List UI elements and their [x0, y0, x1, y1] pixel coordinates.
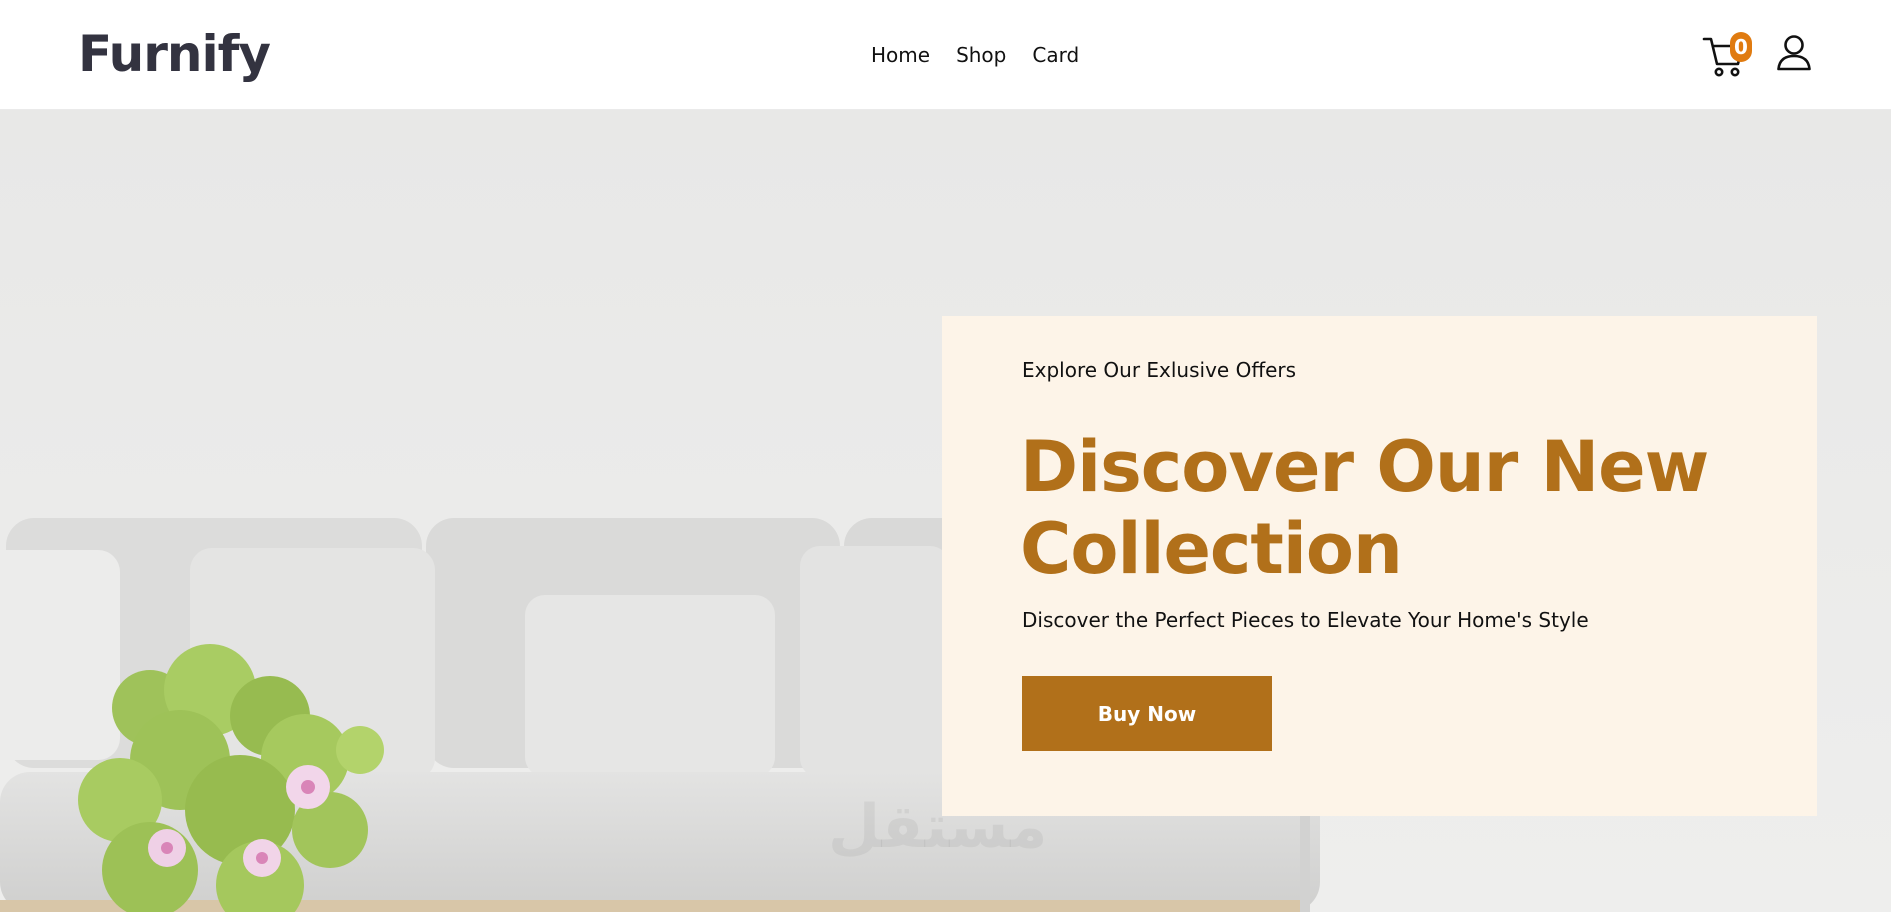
- nav-link-card[interactable]: Card: [1032, 40, 1079, 70]
- watermark: مستقل: [828, 792, 1048, 862]
- promo-eyebrow: Explore Our Exlusive Offers: [1022, 358, 1297, 382]
- hero-section: Explore Our Exlusive Offers Discover Our…: [0, 110, 1891, 912]
- promo-card: Explore Our Exlusive Offers Discover Our…: [942, 316, 1817, 816]
- nav-link-home[interactable]: Home: [871, 40, 930, 70]
- user-icon: [1777, 35, 1811, 71]
- site-header: Furnify Home Shop Card 0: [0, 0, 1891, 110]
- account-button[interactable]: [1776, 34, 1812, 77]
- cart-button[interactable]: 0: [1702, 32, 1754, 78]
- buy-now-button[interactable]: Buy Now: [1022, 676, 1272, 751]
- nav-link-shop[interactable]: Shop: [956, 40, 1006, 70]
- cart-count-badge: 0: [1730, 32, 1752, 62]
- promo-title: Discover Our New Collection: [1020, 426, 1709, 590]
- main-nav: Home Shop Card: [871, 40, 1079, 70]
- promo-subtitle: Discover the Perfect Pieces to Elevate Y…: [1022, 608, 1589, 632]
- brand-logo[interactable]: Furnify: [78, 24, 271, 84]
